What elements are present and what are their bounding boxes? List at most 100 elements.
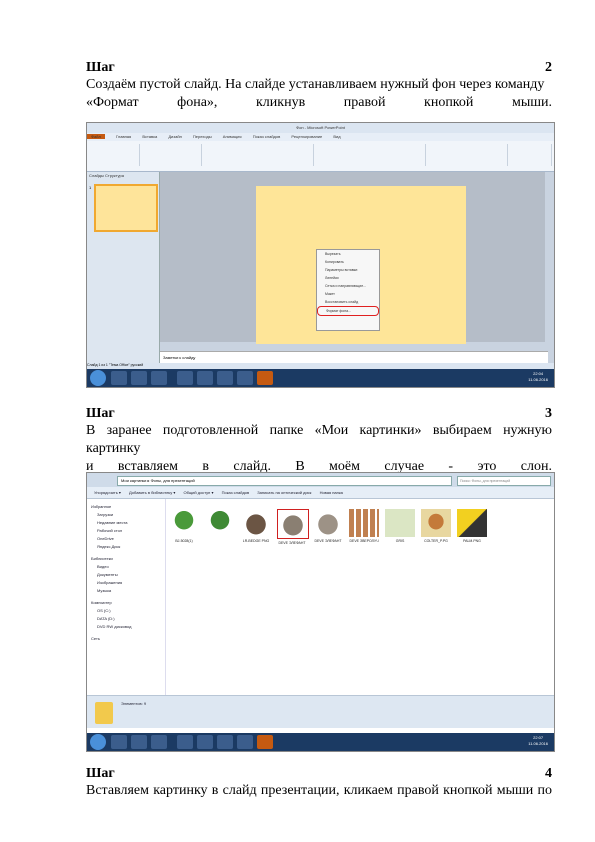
file-item[interactable]: BJ-5028(1) bbox=[169, 509, 199, 569]
nav-item[interactable]: Музыка bbox=[87, 587, 165, 595]
nav-item[interactable]: Изображения bbox=[87, 579, 165, 587]
elephant-image-icon bbox=[277, 509, 309, 539]
file-item[interactable]: LR-BEDGE PNG bbox=[241, 509, 271, 569]
elephant-image-icon bbox=[313, 509, 343, 537]
taskbar-powerpoint[interactable] bbox=[257, 371, 273, 385]
nav-item[interactable]: Документы bbox=[87, 571, 165, 579]
slides-group[interactable] bbox=[141, 144, 202, 166]
paragraph-group[interactable] bbox=[315, 144, 426, 166]
animals-image-icon bbox=[349, 509, 379, 537]
panel-tabs[interactable]: Слайды Структура bbox=[89, 173, 124, 178]
start-button[interactable] bbox=[90, 734, 106, 750]
nav-item[interactable]: OneDrive bbox=[87, 535, 165, 543]
context-menu: Вырезать Копировать Параметры вставки: Л… bbox=[316, 249, 380, 331]
file-item[interactable]: PALM.PNG bbox=[457, 509, 487, 569]
editing-group[interactable] bbox=[509, 144, 552, 166]
organize-button[interactable]: Упорядочить ▾ bbox=[94, 490, 121, 495]
file-name: DEVE ЭЛЕФАНТ bbox=[314, 539, 342, 543]
taskbar-app[interactable] bbox=[131, 735, 147, 749]
nav-network[interactable]: Сеть bbox=[87, 635, 165, 643]
explorer-toolbar: Упорядочить ▾ Добавить в библиотеку ▾ Об… bbox=[87, 487, 554, 499]
tab-home[interactable]: Главная bbox=[116, 134, 131, 139]
file-item[interactable]: COLTER_P.PG bbox=[421, 509, 451, 569]
address-bar[interactable]: Мои картинки ▸ Фоны, для презентаций bbox=[117, 476, 452, 486]
taskbar-app[interactable] bbox=[217, 735, 233, 749]
drawing-group[interactable] bbox=[427, 144, 508, 166]
tab-animations[interactable]: Анимация bbox=[223, 134, 242, 139]
tab-design[interactable]: Дизайн bbox=[168, 134, 181, 139]
taskbar-app[interactable] bbox=[197, 371, 213, 385]
step-2-heading: Шаг 2 bbox=[86, 60, 552, 76]
nav-item[interactable]: DATA (D:) bbox=[87, 615, 165, 623]
taskbar-powerpoint[interactable] bbox=[257, 735, 273, 749]
taskbar-app[interactable] bbox=[177, 371, 193, 385]
menu-rulers[interactable]: Линейки bbox=[317, 274, 379, 282]
taskbar-app[interactable] bbox=[197, 735, 213, 749]
taskbar-app[interactable] bbox=[151, 735, 167, 749]
file-item[interactable]: DEVE ЗВЕРОЛУЧ bbox=[349, 509, 379, 569]
nav-computer[interactable]: Компьютер bbox=[87, 599, 165, 607]
tree-image-icon bbox=[205, 509, 235, 537]
menu-format-background[interactable]: Формат фона... bbox=[317, 306, 379, 316]
taskbar-app[interactable] bbox=[111, 735, 127, 749]
file-item[interactable]: DEVE ЭЛЕФАНТ bbox=[313, 509, 343, 569]
start-button[interactable] bbox=[90, 370, 106, 386]
tab-review[interactable]: Рецензирование bbox=[291, 134, 322, 139]
step-label: Шаг bbox=[86, 60, 115, 75]
nav-favorites[interactable]: Избранное bbox=[87, 503, 165, 511]
clock-date: 11.06.2016 bbox=[528, 377, 548, 382]
file-name: COLTER_P.PG bbox=[424, 539, 448, 543]
search-input[interactable]: Поиск: Фоны, для презентаций bbox=[457, 476, 551, 486]
menu-copy[interactable]: Копировать bbox=[317, 258, 379, 266]
folder-icon bbox=[95, 702, 113, 724]
slideshow-button[interactable]: Показ слайдов bbox=[222, 490, 250, 495]
navigation-pane: Избранное Загрузки Недавние места Рабочи… bbox=[87, 499, 166, 699]
file-item-selected[interactable]: DEVE ЭЛЕФАНТ bbox=[277, 509, 309, 569]
tab-transitions[interactable]: Переходы bbox=[193, 134, 212, 139]
taskbar-app[interactable] bbox=[131, 371, 147, 385]
menu-layout[interactable]: Макет bbox=[317, 290, 379, 298]
add-to-library-button[interactable]: Добавить в библиотеку ▾ bbox=[129, 490, 175, 495]
tab-slideshow[interactable]: Показ слайдов bbox=[253, 134, 281, 139]
new-folder-button[interactable]: Новая папка bbox=[320, 490, 343, 495]
step-2-line-1: Создаём пустой слайд. На слайде устанавл… bbox=[86, 77, 545, 92]
nav-item[interactable]: Рабочий стол bbox=[87, 527, 165, 535]
clipboard-group[interactable] bbox=[89, 144, 140, 166]
taskbar: 22:04 11.06.2016 bbox=[87, 369, 554, 387]
nav-item[interactable]: Видео bbox=[87, 563, 165, 571]
menu-reset-slide[interactable]: Восстановить слайд bbox=[317, 298, 379, 306]
window-title: Фон - Microsoft PowerPoint bbox=[87, 123, 554, 133]
tab-view[interactable]: Вид bbox=[333, 134, 340, 139]
nav-item[interactable]: OS (C:) bbox=[87, 607, 165, 615]
file-name: GRIS bbox=[395, 539, 405, 543]
file-name: DEVE ЗВЕРОЛУЧ bbox=[349, 539, 379, 543]
share-button[interactable]: Общий доступ ▾ bbox=[183, 490, 213, 495]
menu-cut[interactable]: Вырезать bbox=[317, 250, 379, 258]
taskbar-app[interactable] bbox=[111, 371, 127, 385]
step-2-text: Создаём пустой слайд. На слайде устанавл… bbox=[86, 76, 552, 112]
menu-paste-options[interactable]: Параметры вставки: bbox=[317, 266, 379, 274]
nav-item[interactable]: Яндекс.Диск bbox=[87, 543, 165, 551]
nav-item[interactable]: Загрузки bbox=[87, 511, 165, 519]
taskbar-app[interactable] bbox=[237, 735, 253, 749]
step-3-heading: Шаг 3 bbox=[86, 406, 552, 422]
slides-panel: Слайды Структура 1 bbox=[87, 172, 160, 370]
file-item[interactable]: GRIS bbox=[385, 509, 415, 569]
font-group[interactable] bbox=[203, 144, 314, 166]
tab-insert[interactable]: Вставка bbox=[142, 134, 157, 139]
tab-file[interactable]: Файл bbox=[87, 134, 105, 139]
taskbar-app[interactable] bbox=[151, 371, 167, 385]
slide-thumbnail[interactable] bbox=[94, 184, 158, 232]
nav-item[interactable]: Недавние места bbox=[87, 519, 165, 527]
taskbar-app[interactable] bbox=[177, 735, 193, 749]
nav-item[interactable]: DVD RW дисковод bbox=[87, 623, 165, 631]
menu-grid[interactable]: Сетка и направляющие... bbox=[317, 282, 379, 290]
clock: 22:04 11.06.2016 bbox=[528, 371, 548, 383]
step-number: 2 bbox=[545, 60, 552, 75]
taskbar-app[interactable] bbox=[217, 371, 233, 385]
taskbar-app[interactable] bbox=[237, 371, 253, 385]
nav-libraries[interactable]: Библиотеки bbox=[87, 555, 165, 563]
elephant-image-icon bbox=[241, 509, 271, 537]
burn-button[interactable]: Записать на оптический диск bbox=[257, 490, 311, 495]
file-item[interactable] bbox=[205, 509, 235, 569]
